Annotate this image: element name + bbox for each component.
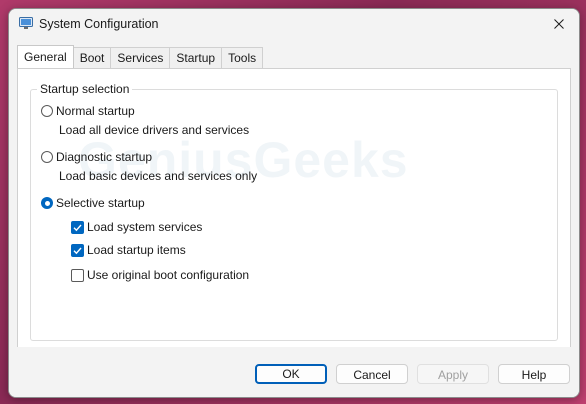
checkbox-checked — [71, 243, 84, 257]
startup-selection-group: Startup selection Normal startup Load al… — [30, 82, 558, 341]
checkmark-icon — [73, 224, 82, 231]
checkbox-checked — [71, 220, 84, 234]
radio-indicator — [41, 151, 53, 163]
close-button[interactable] — [539, 9, 579, 39]
tab-general[interactable]: General — [17, 45, 74, 68]
diagnostic-startup-description: Load basic devices and services only — [59, 169, 258, 183]
use-original-boot-config-label: Use original boot configuration — [87, 268, 250, 282]
diagnostic-startup-label: Diagnostic startup — [56, 150, 153, 164]
load-startup-items-label: Load startup items — [87, 243, 186, 257]
load-system-services-checkbox[interactable]: Load system services — [71, 220, 202, 234]
checkmark-icon — [73, 247, 82, 254]
normal-startup-radio[interactable]: Normal startup — [41, 104, 135, 118]
radio-indicator-selected — [41, 197, 53, 209]
ok-button[interactable]: OK — [255, 364, 327, 384]
cancel-button[interactable]: Cancel — [336, 364, 408, 384]
tab-startup[interactable]: Startup — [169, 47, 223, 68]
group-title: Startup selection — [37, 82, 133, 96]
selective-startup-label: Selective startup — [56, 196, 145, 210]
selective-startup-radio[interactable]: Selective startup — [41, 196, 145, 210]
tab-strip: General Boot Services Startup Tools — [17, 45, 264, 68]
tab-boot[interactable]: Boot — [72, 47, 112, 68]
help-button[interactable]: Help — [498, 364, 570, 384]
tab-tools[interactable]: Tools — [221, 47, 264, 68]
normal-startup-label: Normal startup — [56, 104, 135, 118]
normal-startup-description: Load all device drivers and services — [59, 123, 250, 137]
window-title: System Configuration — [39, 17, 159, 31]
title-bar[interactable]: System Configuration — [9, 9, 579, 39]
msconfig-app-icon — [19, 17, 33, 29]
general-tab-panel: GeniusGeeks Startup selection Normal sta… — [17, 68, 571, 349]
use-original-boot-config-checkbox[interactable]: Use original boot configuration — [71, 268, 249, 282]
load-system-services-label: Load system services — [87, 220, 203, 234]
radio-indicator — [41, 105, 53, 117]
tab-services[interactable]: Services — [110, 47, 171, 68]
load-startup-items-checkbox[interactable]: Load startup items — [71, 243, 186, 257]
checkbox-unchecked — [71, 268, 84, 282]
apply-button[interactable]: Apply — [417, 364, 489, 384]
diagnostic-startup-radio[interactable]: Diagnostic startup — [41, 150, 152, 164]
close-icon — [554, 19, 564, 29]
system-configuration-window: System Configuration General Boot Servic… — [8, 8, 580, 398]
